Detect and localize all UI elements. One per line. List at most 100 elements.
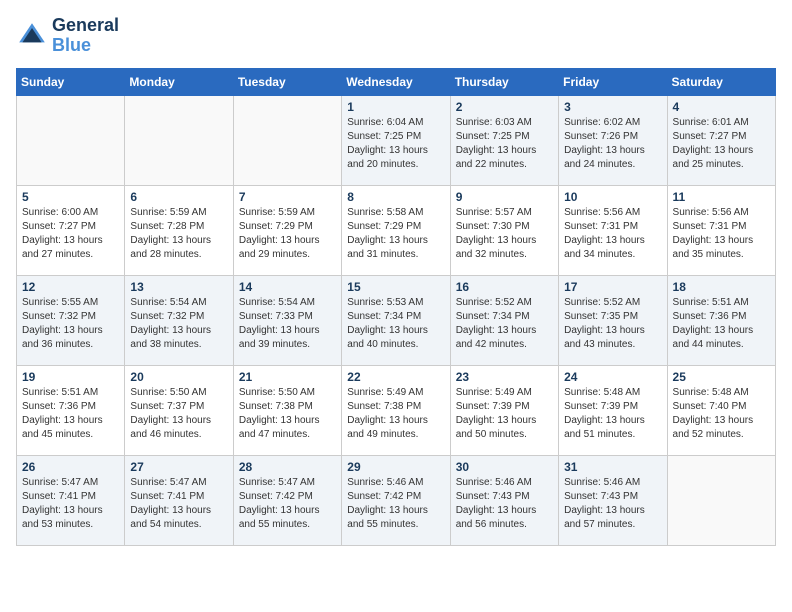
calendar-cell: 21 Sunrise: 5:50 AMSunset: 7:38 PMDayligh… (233, 365, 341, 455)
calendar-cell: 10 Sunrise: 5:56 AMSunset: 7:31 PMDayligh… (559, 185, 667, 275)
calendar-cell: 5Sunrise: 6:00 AMSunset: 7:27 PMDaylight… (17, 185, 125, 275)
day-info: Sunrise: 5:47 AMSunset: 7:41 PMDaylight:… (130, 476, 227, 532)
day-number: 6 (130, 190, 227, 204)
calendar-cell: 8 Sunrise: 5:58 AMSunset: 7:29 PMDaylight… (342, 185, 450, 275)
logo-icon (16, 20, 48, 52)
calendar-cell: 22 Sunrise: 5:49 AMSunset: 7:38 PMDayligh… (342, 365, 450, 455)
day-number: 4 (673, 100, 770, 114)
calendar-cell: 7 Sunrise: 5:59 AMSunset: 7:29 PMDaylight… (233, 185, 341, 275)
weekday-header-tuesday: Tuesday (233, 68, 341, 95)
day-info: Sunrise: 5:47 AMSunset: 7:42 PMDaylight:… (239, 476, 336, 532)
day-number: 1 (347, 100, 444, 114)
day-number: 12 (22, 280, 119, 294)
day-info: Sunrise: 6:01 AMSunset: 7:27 PMDaylight:… (673, 116, 770, 172)
day-info: Sunrise: 5:49 AMSunset: 7:38 PMDaylight:… (347, 386, 444, 442)
week-row-2: 5Sunrise: 6:00 AMSunset: 7:27 PMDaylight… (17, 185, 776, 275)
calendar-cell: 6 Sunrise: 5:59 AMSunset: 7:28 PMDaylight… (125, 185, 233, 275)
day-number: 24 (564, 370, 661, 384)
day-number: 30 (456, 460, 553, 474)
day-info: Sunrise: 5:53 AMSunset: 7:34 PMDaylight:… (347, 296, 444, 352)
day-info: Sunrise: 5:48 AMSunset: 7:40 PMDaylight:… (673, 386, 770, 442)
calendar-cell (233, 95, 341, 185)
day-number: 31 (564, 460, 661, 474)
weekday-header-saturday: Saturday (667, 68, 775, 95)
day-info: Sunrise: 6:02 AMSunset: 7:26 PMDaylight:… (564, 116, 661, 172)
calendar-cell: 11 Sunrise: 5:56 AMSunset: 7:31 PMDayligh… (667, 185, 775, 275)
calendar-cell: 4 Sunrise: 6:01 AMSunset: 7:27 PMDaylight… (667, 95, 775, 185)
day-number: 7 (239, 190, 336, 204)
day-info: Sunrise: 5:54 AMSunset: 7:32 PMDaylight:… (130, 296, 227, 352)
day-number: 25 (673, 370, 770, 384)
day-info: Sunrise: 5:59 AMSunset: 7:28 PMDaylight:… (130, 206, 227, 262)
day-info: Sunrise: 5:56 AMSunset: 7:31 PMDaylight:… (564, 206, 661, 262)
day-info: Sunrise: 5:47 AMSunset: 7:41 PMDaylight:… (22, 476, 119, 532)
day-info: Sunrise: 5:49 AMSunset: 7:39 PMDaylight:… (456, 386, 553, 442)
day-info: Sunrise: 5:59 AMSunset: 7:29 PMDaylight:… (239, 206, 336, 262)
page-header: GeneralBlue (16, 16, 776, 56)
calendar-cell: 13 Sunrise: 5:54 AMSunset: 7:32 PMDayligh… (125, 275, 233, 365)
weekday-header-sunday: Sunday (17, 68, 125, 95)
day-info: Sunrise: 6:04 AMSunset: 7:25 PMDaylight:… (347, 116, 444, 172)
calendar-cell (17, 95, 125, 185)
weekday-header-monday: Monday (125, 68, 233, 95)
day-info: Sunrise: 5:48 AMSunset: 7:39 PMDaylight:… (564, 386, 661, 442)
day-info: Sunrise: 5:50 AMSunset: 7:38 PMDaylight:… (239, 386, 336, 442)
day-number: 2 (456, 100, 553, 114)
calendar-cell: 30 Sunrise: 5:46 AMSunset: 7:43 PMDayligh… (450, 455, 558, 545)
day-number: 21 (239, 370, 336, 384)
week-row-5: 26 Sunrise: 5:47 AMSunset: 7:41 PMDayligh… (17, 455, 776, 545)
calendar-cell: 31 Sunrise: 5:46 AMSunset: 7:43 PMDayligh… (559, 455, 667, 545)
day-number: 10 (564, 190, 661, 204)
calendar-cell: 26 Sunrise: 5:47 AMSunset: 7:41 PMDayligh… (17, 455, 125, 545)
calendar-cell: 14 Sunrise: 5:54 AMSunset: 7:33 PMDayligh… (233, 275, 341, 365)
weekday-header-wednesday: Wednesday (342, 68, 450, 95)
calendar-cell: 9Sunrise: 5:57 AMSunset: 7:30 PMDaylight… (450, 185, 558, 275)
day-info: Sunrise: 5:52 AMSunset: 7:34 PMDaylight:… (456, 296, 553, 352)
day-number: 18 (673, 280, 770, 294)
calendar-cell: 12Sunrise: 5:55 AMSunset: 7:32 PMDayligh… (17, 275, 125, 365)
day-number: 8 (347, 190, 444, 204)
day-number: 11 (673, 190, 770, 204)
day-number: 3 (564, 100, 661, 114)
week-row-3: 12Sunrise: 5:55 AMSunset: 7:32 PMDayligh… (17, 275, 776, 365)
week-row-4: 19 Sunrise: 5:51 AMSunset: 7:36 PMDayligh… (17, 365, 776, 455)
calendar-cell: 27 Sunrise: 5:47 AMSunset: 7:41 PMDayligh… (125, 455, 233, 545)
day-number: 28 (239, 460, 336, 474)
day-info: Sunrise: 5:56 AMSunset: 7:31 PMDaylight:… (673, 206, 770, 262)
day-number: 26 (22, 460, 119, 474)
calendar-cell: 25 Sunrise: 5:48 AMSunset: 7:40 PMDayligh… (667, 365, 775, 455)
calendar-cell: 23 Sunrise: 5:49 AMSunset: 7:39 PMDayligh… (450, 365, 558, 455)
day-info: Sunrise: 5:50 AMSunset: 7:37 PMDaylight:… (130, 386, 227, 442)
day-info: Sunrise: 5:52 AMSunset: 7:35 PMDaylight:… (564, 296, 661, 352)
calendar-cell: 20 Sunrise: 5:50 AMSunset: 7:37 PMDayligh… (125, 365, 233, 455)
day-number: 15 (347, 280, 444, 294)
calendar-cell (667, 455, 775, 545)
day-info: Sunrise: 6:03 AMSunset: 7:25 PMDaylight:… (456, 116, 553, 172)
calendar-cell: 2 Sunrise: 6:03 AMSunset: 7:25 PMDaylight… (450, 95, 558, 185)
day-number: 27 (130, 460, 227, 474)
calendar-cell: 19 Sunrise: 5:51 AMSunset: 7:36 PMDayligh… (17, 365, 125, 455)
day-number: 13 (130, 280, 227, 294)
weekday-header-friday: Friday (559, 68, 667, 95)
day-number: 19 (22, 370, 119, 384)
day-info: Sunrise: 5:46 AMSunset: 7:42 PMDaylight:… (347, 476, 444, 532)
weekday-header-row: SundayMondayTuesdayWednesdayThursdayFrid… (17, 68, 776, 95)
day-number: 14 (239, 280, 336, 294)
day-info: Sunrise: 5:58 AMSunset: 7:29 PMDaylight:… (347, 206, 444, 262)
calendar-cell: 28 Sunrise: 5:47 AMSunset: 7:42 PMDayligh… (233, 455, 341, 545)
calendar-cell: 1 Sunrise: 6:04 AMSunset: 7:25 PMDaylight… (342, 95, 450, 185)
day-info: Sunrise: 5:46 AMSunset: 7:43 PMDaylight:… (564, 476, 661, 532)
day-info: Sunrise: 6:00 AMSunset: 7:27 PMDaylight:… (22, 206, 119, 262)
calendar-cell: 3 Sunrise: 6:02 AMSunset: 7:26 PMDaylight… (559, 95, 667, 185)
day-number: 17 (564, 280, 661, 294)
day-info: Sunrise: 5:51 AMSunset: 7:36 PMDaylight:… (22, 386, 119, 442)
day-number: 29 (347, 460, 444, 474)
day-info: Sunrise: 5:54 AMSunset: 7:33 PMDaylight:… (239, 296, 336, 352)
calendar-cell: 15 Sunrise: 5:53 AMSunset: 7:34 PMDayligh… (342, 275, 450, 365)
logo-text: GeneralBlue (52, 16, 119, 56)
day-info: Sunrise: 5:57 AMSunset: 7:30 PMDaylight:… (456, 206, 553, 262)
day-number: 22 (347, 370, 444, 384)
day-number: 23 (456, 370, 553, 384)
day-number: 20 (130, 370, 227, 384)
day-info: Sunrise: 5:46 AMSunset: 7:43 PMDaylight:… (456, 476, 553, 532)
